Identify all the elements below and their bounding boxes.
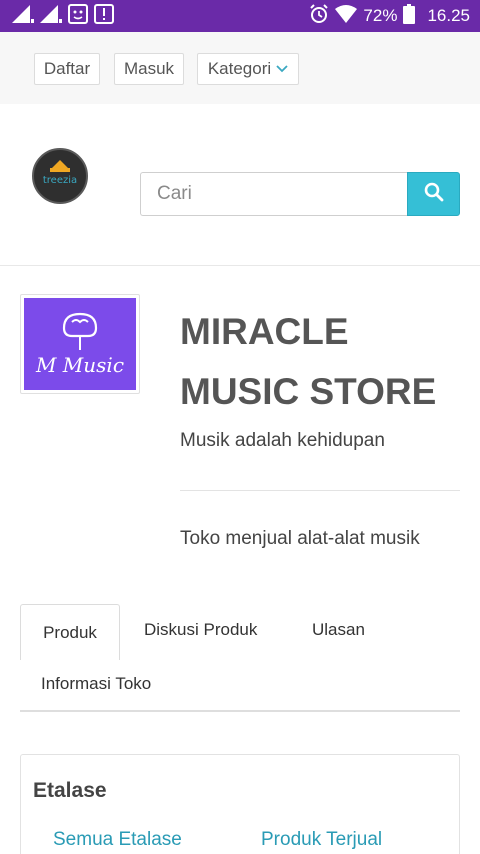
- search-button[interactable]: [407, 172, 460, 216]
- chevron-down-icon: [276, 62, 288, 76]
- alert-icon: [94, 3, 114, 29]
- site-logo[interactable]: treezia: [32, 148, 88, 204]
- status-bar-left: [12, 3, 114, 29]
- store-logo: M Music: [20, 294, 140, 394]
- login-button[interactable]: Masuk: [114, 53, 184, 85]
- category-dropdown[interactable]: Kategori: [197, 53, 299, 85]
- store-name: MIRACLE MUSIC STORE: [180, 311, 437, 412]
- store-description: Toko menjual alat-alat musik: [180, 528, 420, 549]
- register-button[interactable]: Daftar: [34, 53, 100, 85]
- store-logo-image: M Music: [24, 298, 136, 390]
- etalase-title: Etalase: [33, 779, 107, 802]
- battery-percent: 72%: [363, 6, 398, 25]
- link-semua-etalase[interactable]: Semua Etalase: [53, 829, 182, 851]
- tab-informasi-toko[interactable]: Informasi Toko: [41, 674, 151, 694]
- battery-icon: [403, 3, 416, 29]
- store-tagline: Musik adalah kehidupan: [180, 430, 385, 451]
- status-bar: 72% 16.25: [0, 0, 480, 32]
- search-input[interactable]: [140, 172, 408, 216]
- status-bar-right: 72% 16.25: [309, 3, 470, 29]
- category-label: Kategori: [207, 59, 272, 78]
- tab-produk[interactable]: Produk: [20, 604, 120, 660]
- clock: 16.25: [427, 6, 470, 25]
- top-nav: Daftar Masuk Kategori: [0, 32, 480, 104]
- tabs-divider: [20, 710, 460, 712]
- etalase-card: Etalase Semua Etalase Produk Terjual: [20, 754, 460, 854]
- notification-icon: [68, 3, 88, 29]
- search-bar: [140, 172, 460, 216]
- header: treezia: [0, 104, 480, 266]
- wifi-icon: [335, 4, 358, 28]
- tab-ulasan[interactable]: Ulasan: [312, 620, 365, 640]
- store-logo-text: M Music: [35, 353, 124, 377]
- alarm-icon: [309, 3, 329, 29]
- link-produk-terjual[interactable]: Produk Terjual: [261, 829, 382, 851]
- divider: [180, 490, 460, 491]
- search-icon: [424, 182, 444, 207]
- signal-icon: [40, 4, 62, 28]
- tab-diskusi-produk[interactable]: Diskusi Produk: [144, 620, 257, 640]
- signal-icon: [12, 4, 34, 28]
- logo-wordmark: treezia: [43, 175, 77, 186]
